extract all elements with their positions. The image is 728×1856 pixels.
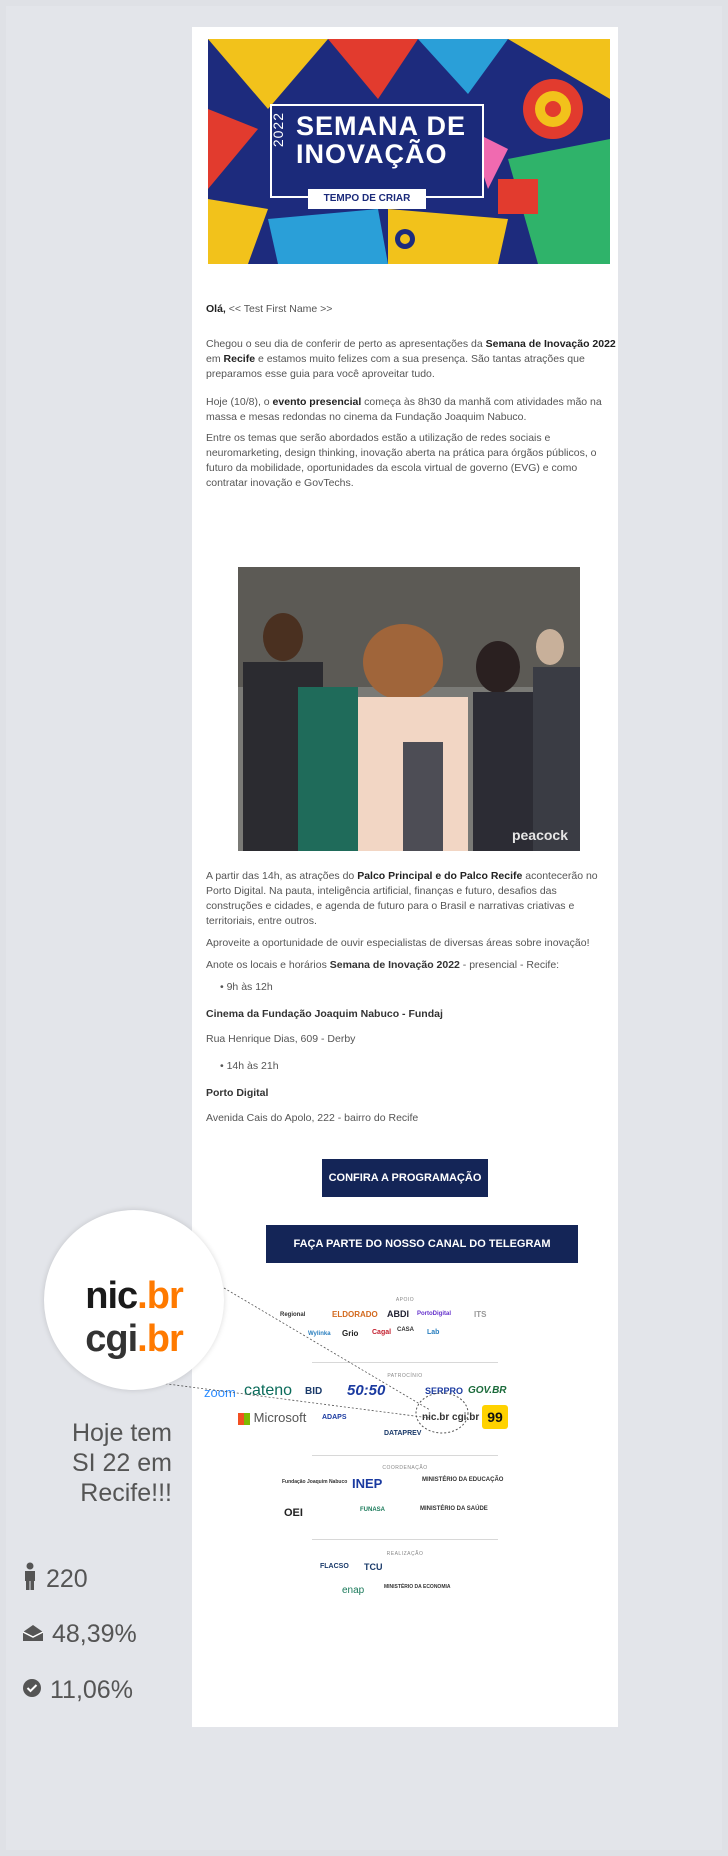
zoom-nicbr-cgibr: nic.br cgi.br: [85, 1275, 183, 1360]
click-rate: 11,06%: [50, 1676, 133, 1704]
open-rate: 48,39%: [52, 1620, 137, 1648]
open-rate-stat: 48,39%: [22, 1620, 137, 1649]
recipients-stat: 220: [22, 1562, 88, 1597]
check-circle-icon: [22, 1676, 42, 1705]
campaign-note: Hoje tem SI 22 em Recife!!!: [71, 1419, 172, 1507]
person-icon: [22, 1562, 38, 1597]
open-envelope-icon: [22, 1620, 44, 1649]
logo-zoom-callout: nic.br cgi.br: [44, 1210, 224, 1390]
click-rate-stat: 11,06%: [22, 1676, 133, 1705]
recipients-count: 220: [46, 1565, 88, 1593]
zoom-connector-lines: [89, 1287, 431, 1419]
